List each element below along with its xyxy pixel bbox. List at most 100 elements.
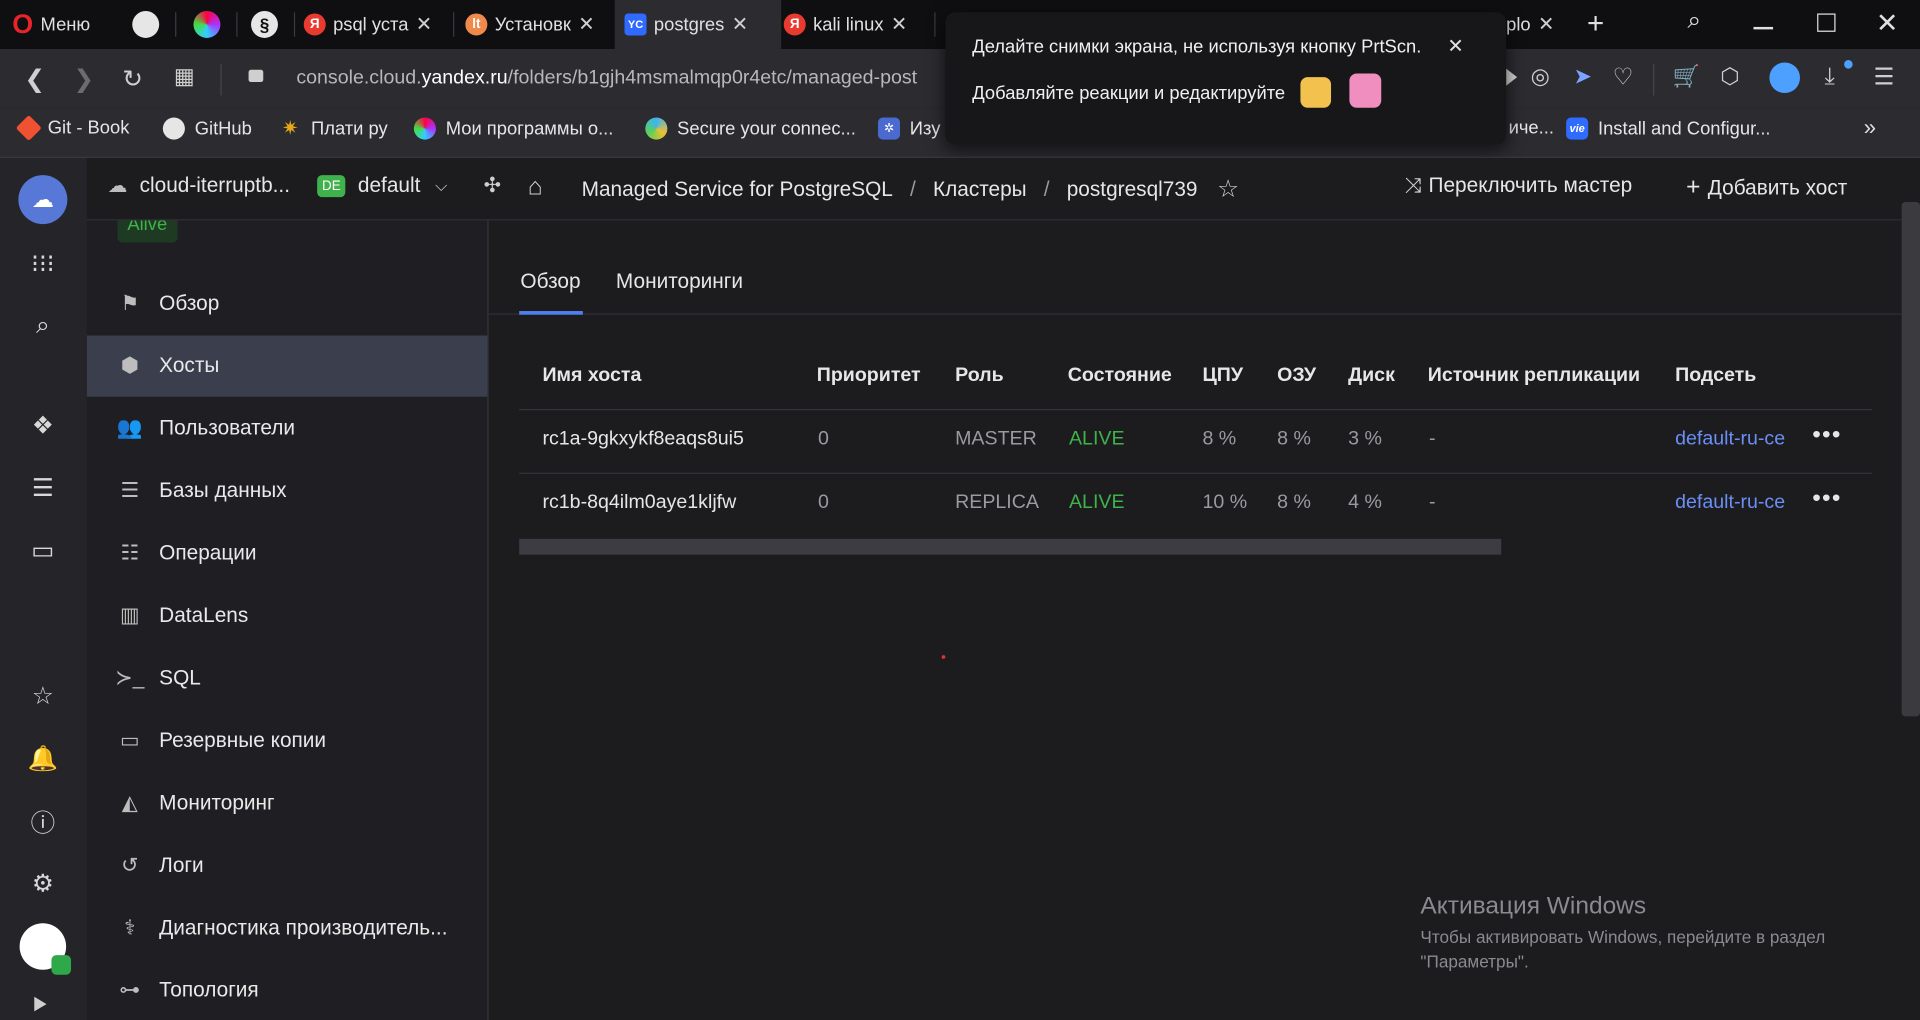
yandex-cloud-logo-icon[interactable]: ☁ bbox=[18, 175, 68, 225]
settings-sliders-icon[interactable]: ☰ bbox=[1873, 64, 1894, 92]
breadcrumb-clusters[interactable]: Кластеры bbox=[933, 177, 1027, 201]
cloud-name: cloud-iterruptb... bbox=[139, 173, 291, 198]
sidebar-item-10[interactable]: ↺ Логи bbox=[87, 835, 487, 896]
checklist-icon[interactable]: ☰ bbox=[27, 471, 59, 503]
box-icon[interactable]: ⬡ bbox=[1720, 64, 1739, 90]
sidebar-item-1[interactable]: ⚑ Обзор bbox=[87, 273, 487, 334]
cart-icon[interactable]: 🛒 bbox=[1673, 64, 1700, 90]
restore-icon[interactable] bbox=[1817, 13, 1836, 32]
help-icon[interactable]: ⓘ bbox=[27, 804, 59, 837]
tab-psql[interactable]: Я psql уста ✕ bbox=[303, 0, 448, 49]
col-replication-source: Источник репликации bbox=[1427, 364, 1641, 386]
cloud-selector[interactable]: ☁ cloud-iterruptb... bbox=[108, 174, 290, 198]
link-icon[interactable]: § bbox=[251, 11, 278, 38]
cell-subnet-link[interactable]: default-ru-ce bbox=[1675, 429, 1790, 451]
tab-divider bbox=[453, 12, 455, 37]
close-icon[interactable]: ✕ bbox=[891, 12, 907, 36]
tab-postgres[interactable]: YC postgres ✕ bbox=[614, 0, 782, 49]
reload-icon[interactable]: ↻ bbox=[122, 64, 143, 95]
table-horizontal-scrollbar[interactable] bbox=[519, 538, 1502, 555]
sidebar-item-9[interactable]: ◭ Мониторинг bbox=[87, 773, 487, 834]
sidebar-item-7[interactable]: ≻_ SQL bbox=[87, 648, 487, 709]
breadcrumb-service[interactable]: Managed Service for PostgreSQL bbox=[582, 177, 893, 201]
breadcrumb-cluster[interactable]: postgresql739 bbox=[1067, 177, 1198, 201]
sidebar-item-11[interactable]: ⚕ Диагностика производитель... bbox=[87, 898, 487, 959]
tab-overview[interactable]: Обзор bbox=[520, 269, 580, 293]
profile-avatar-icon[interactable] bbox=[1769, 62, 1801, 94]
sidebar-item-label: Хосты bbox=[159, 353, 220, 378]
camera-icon[interactable]: ◎ bbox=[1531, 64, 1550, 90]
tab-label: postgres bbox=[653, 14, 725, 35]
bookmark-platiru[interactable]: ✷ Плати ру bbox=[279, 118, 388, 139]
services-grid-icon[interactable]: ⁝⁝⁝ bbox=[27, 247, 59, 279]
sidebar-item-8[interactable]: ▭ Резервные копии bbox=[87, 710, 487, 771]
play-icon[interactable] bbox=[1506, 68, 1518, 86]
page-scrollbar[interactable] bbox=[1901, 202, 1920, 717]
git-icon bbox=[15, 114, 42, 141]
close-icon[interactable]: ✕ bbox=[732, 12, 748, 36]
settings-gear-icon[interactable]: ⚙ bbox=[27, 867, 59, 899]
switch-master-label: Переключить мастер bbox=[1428, 173, 1633, 198]
bookmark-izu[interactable]: ✲ Изу bbox=[877, 117, 940, 140]
row-actions-icon[interactable]: ••• bbox=[1812, 421, 1841, 449]
switch-master-button[interactable]: ⤨ Переключить мастер bbox=[1405, 174, 1633, 198]
search-icon[interactable]: ⌕ bbox=[27, 310, 59, 342]
url-field[interactable]: console.cloud.yandex.ru/folders/b1gjh4ms… bbox=[296, 67, 917, 89]
col-state: Состояние bbox=[1067, 364, 1172, 386]
bookmark-label: Мои программы о... bbox=[445, 118, 614, 139]
sidebar-item-12[interactable]: ⊶ Топология bbox=[87, 960, 487, 1020]
bookmark-git-book[interactable]: Git - Book bbox=[15, 114, 129, 141]
speed-dial-icon[interactable]: ▦ bbox=[174, 64, 195, 90]
breadcrumb-separator: / bbox=[1043, 176, 1050, 201]
send-icon[interactable]: ➤ bbox=[1573, 64, 1591, 90]
resources-icon[interactable]: ❖ bbox=[27, 409, 59, 441]
favorite-star-icon[interactable]: ☆ bbox=[1217, 174, 1239, 205]
service-hub-icon[interactable]: ✣ bbox=[484, 174, 501, 198]
tab-install[interactable]: lt Установк ✕ bbox=[465, 0, 609, 49]
sidebar-item-4[interactable]: ☰ Базы данных bbox=[87, 460, 487, 521]
github-icon[interactable] bbox=[132, 11, 160, 38]
bookmark-my-programs[interactable]: Мои программы о... bbox=[413, 117, 614, 140]
bookmark-install[interactable]: vie Install and Configur... bbox=[1566, 117, 1771, 140]
search-tabs-icon[interactable]: ⌕ bbox=[1687, 7, 1701, 35]
new-tab-icon[interactable]: + bbox=[1587, 7, 1604, 41]
tab-kali[interactable]: Я kali linux ✕ bbox=[783, 0, 928, 49]
home-icon[interactable]: ⌂ bbox=[528, 174, 543, 202]
bookmark-github[interactable]: GitHub bbox=[162, 117, 252, 140]
sidebar-item-6[interactable]: ▥ DataLens bbox=[87, 585, 487, 646]
bookmark-other[interactable]: иче... bbox=[1509, 118, 1554, 139]
back-icon[interactable]: ❮ bbox=[24, 64, 45, 95]
archive-icon[interactable]: ▭ bbox=[27, 534, 59, 566]
close-icon[interactable]: ✕ bbox=[578, 12, 594, 36]
heart-icon[interactable]: ♡ bbox=[1613, 64, 1634, 92]
bookmark-label: Плати ру bbox=[311, 118, 388, 139]
tab-plo[interactable]: plo ✕ bbox=[1506, 0, 1579, 49]
row-actions-icon[interactable]: ••• bbox=[1812, 485, 1841, 513]
popup-close-icon[interactable]: ✕ bbox=[1447, 34, 1463, 58]
table-header-divider bbox=[519, 408, 1873, 411]
app-icon bbox=[413, 117, 436, 140]
tab-monitoring[interactable]: Мониторинги bbox=[616, 269, 743, 293]
table-row-divider bbox=[519, 472, 1873, 474]
lock-icon[interactable] bbox=[248, 69, 264, 83]
close-window-icon[interactable]: ✕ bbox=[1876, 7, 1899, 39]
bell-icon[interactable]: 🔔 bbox=[27, 742, 59, 774]
expand-rail-icon[interactable] bbox=[34, 996, 47, 1012]
close-icon[interactable]: ✕ bbox=[416, 12, 432, 36]
favorites-star-icon[interactable]: ☆ bbox=[27, 680, 59, 712]
sidebar-item-3[interactable]: 👥 Пользователи bbox=[87, 398, 487, 459]
app-icon[interactable] bbox=[193, 11, 221, 38]
cell-subnet-link[interactable]: default-ru-ce bbox=[1675, 492, 1790, 514]
forward-icon[interactable]: ❯ bbox=[73, 64, 94, 95]
more-bookmarks-icon[interactable]: » bbox=[1864, 115, 1876, 141]
folder-selector[interactable]: DE default ⌵ bbox=[317, 174, 447, 198]
sidebar-item-5[interactable]: ☷ Операции bbox=[87, 523, 487, 584]
bookmark-secure[interactable]: Secure your connec... bbox=[645, 117, 856, 140]
close-icon[interactable]: ✕ bbox=[1538, 12, 1554, 36]
download-icon[interactable]: ⤓ bbox=[1825, 64, 1835, 91]
add-host-button[interactable]: + Добавить хост bbox=[1686, 174, 1847, 202]
sidebar-item-2[interactable]: ⬢ Хосты bbox=[86, 335, 488, 397]
flag-icon: ⚑ bbox=[120, 291, 140, 315]
minimize-icon[interactable] bbox=[1753, 26, 1774, 30]
browser-menu-button[interactable]: O Меню bbox=[12, 0, 110, 49]
